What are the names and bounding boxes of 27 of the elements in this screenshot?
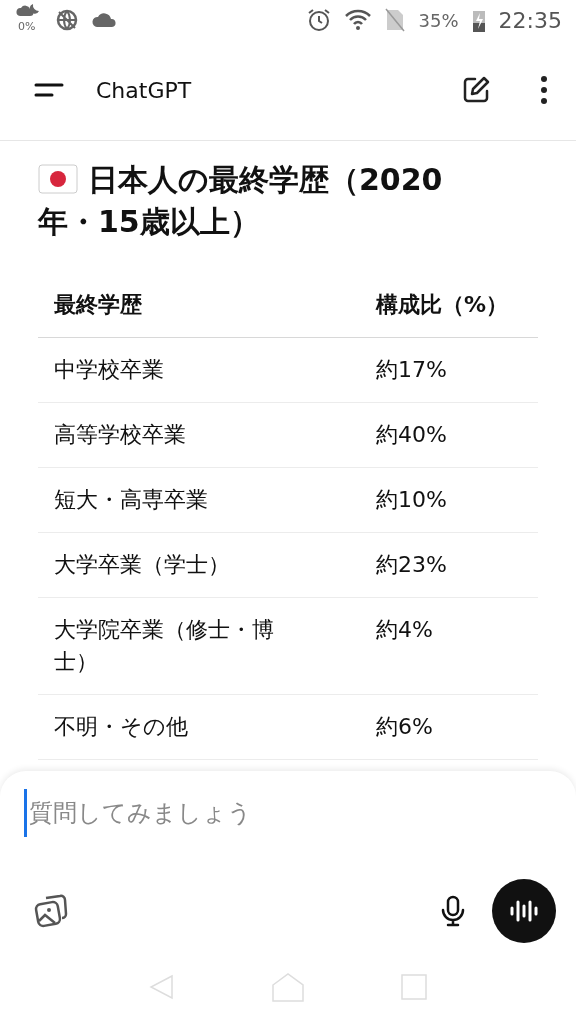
cloud-icon: [92, 12, 118, 28]
table-cell-text: 大学卒業（学士）: [53, 551, 231, 579]
table-cell-text: 高等学校卒業: [53, 421, 187, 449]
table-cell-text: 約23%: [375, 551, 448, 579]
column-header: 最終学歴: [53, 291, 143, 319]
table-cell-text: 約10%: [375, 486, 448, 514]
more-icon: [540, 75, 548, 105]
clock-time: 22:35: [498, 7, 562, 33]
globe-off-icon: [56, 9, 78, 31]
no-sim-icon: [384, 8, 405, 32]
response-heading: 日本人の最終学歴（2020年・15歳以上）: [38, 161, 444, 241]
table-cell-text: 約4%: [375, 616, 434, 644]
column-header: 構成比（%）: [374, 291, 510, 319]
table-cell-text: 短大・高専卒業: [53, 486, 209, 514]
table-cell-text: 約6%: [375, 713, 434, 741]
app-title: ChatGPT: [96, 77, 192, 103]
alarm-icon: [306, 8, 331, 32]
table-cell-text: 不明・その他: [53, 713, 189, 741]
japan-flag-icon: [38, 164, 78, 194]
table-cell-text: 大学院卒業（修士・博士）: [53, 616, 275, 676]
table-cell-text: 中学校卒業: [53, 356, 165, 384]
weather-reading: 0%: [18, 20, 36, 33]
table-cell-text: 約17%: [375, 356, 448, 384]
battery-charging-icon: [472, 8, 485, 32]
battery-percentage: 35%: [418, 9, 459, 31]
table-cell-text: 約40%: [375, 421, 448, 449]
wifi-icon: [344, 9, 371, 31]
